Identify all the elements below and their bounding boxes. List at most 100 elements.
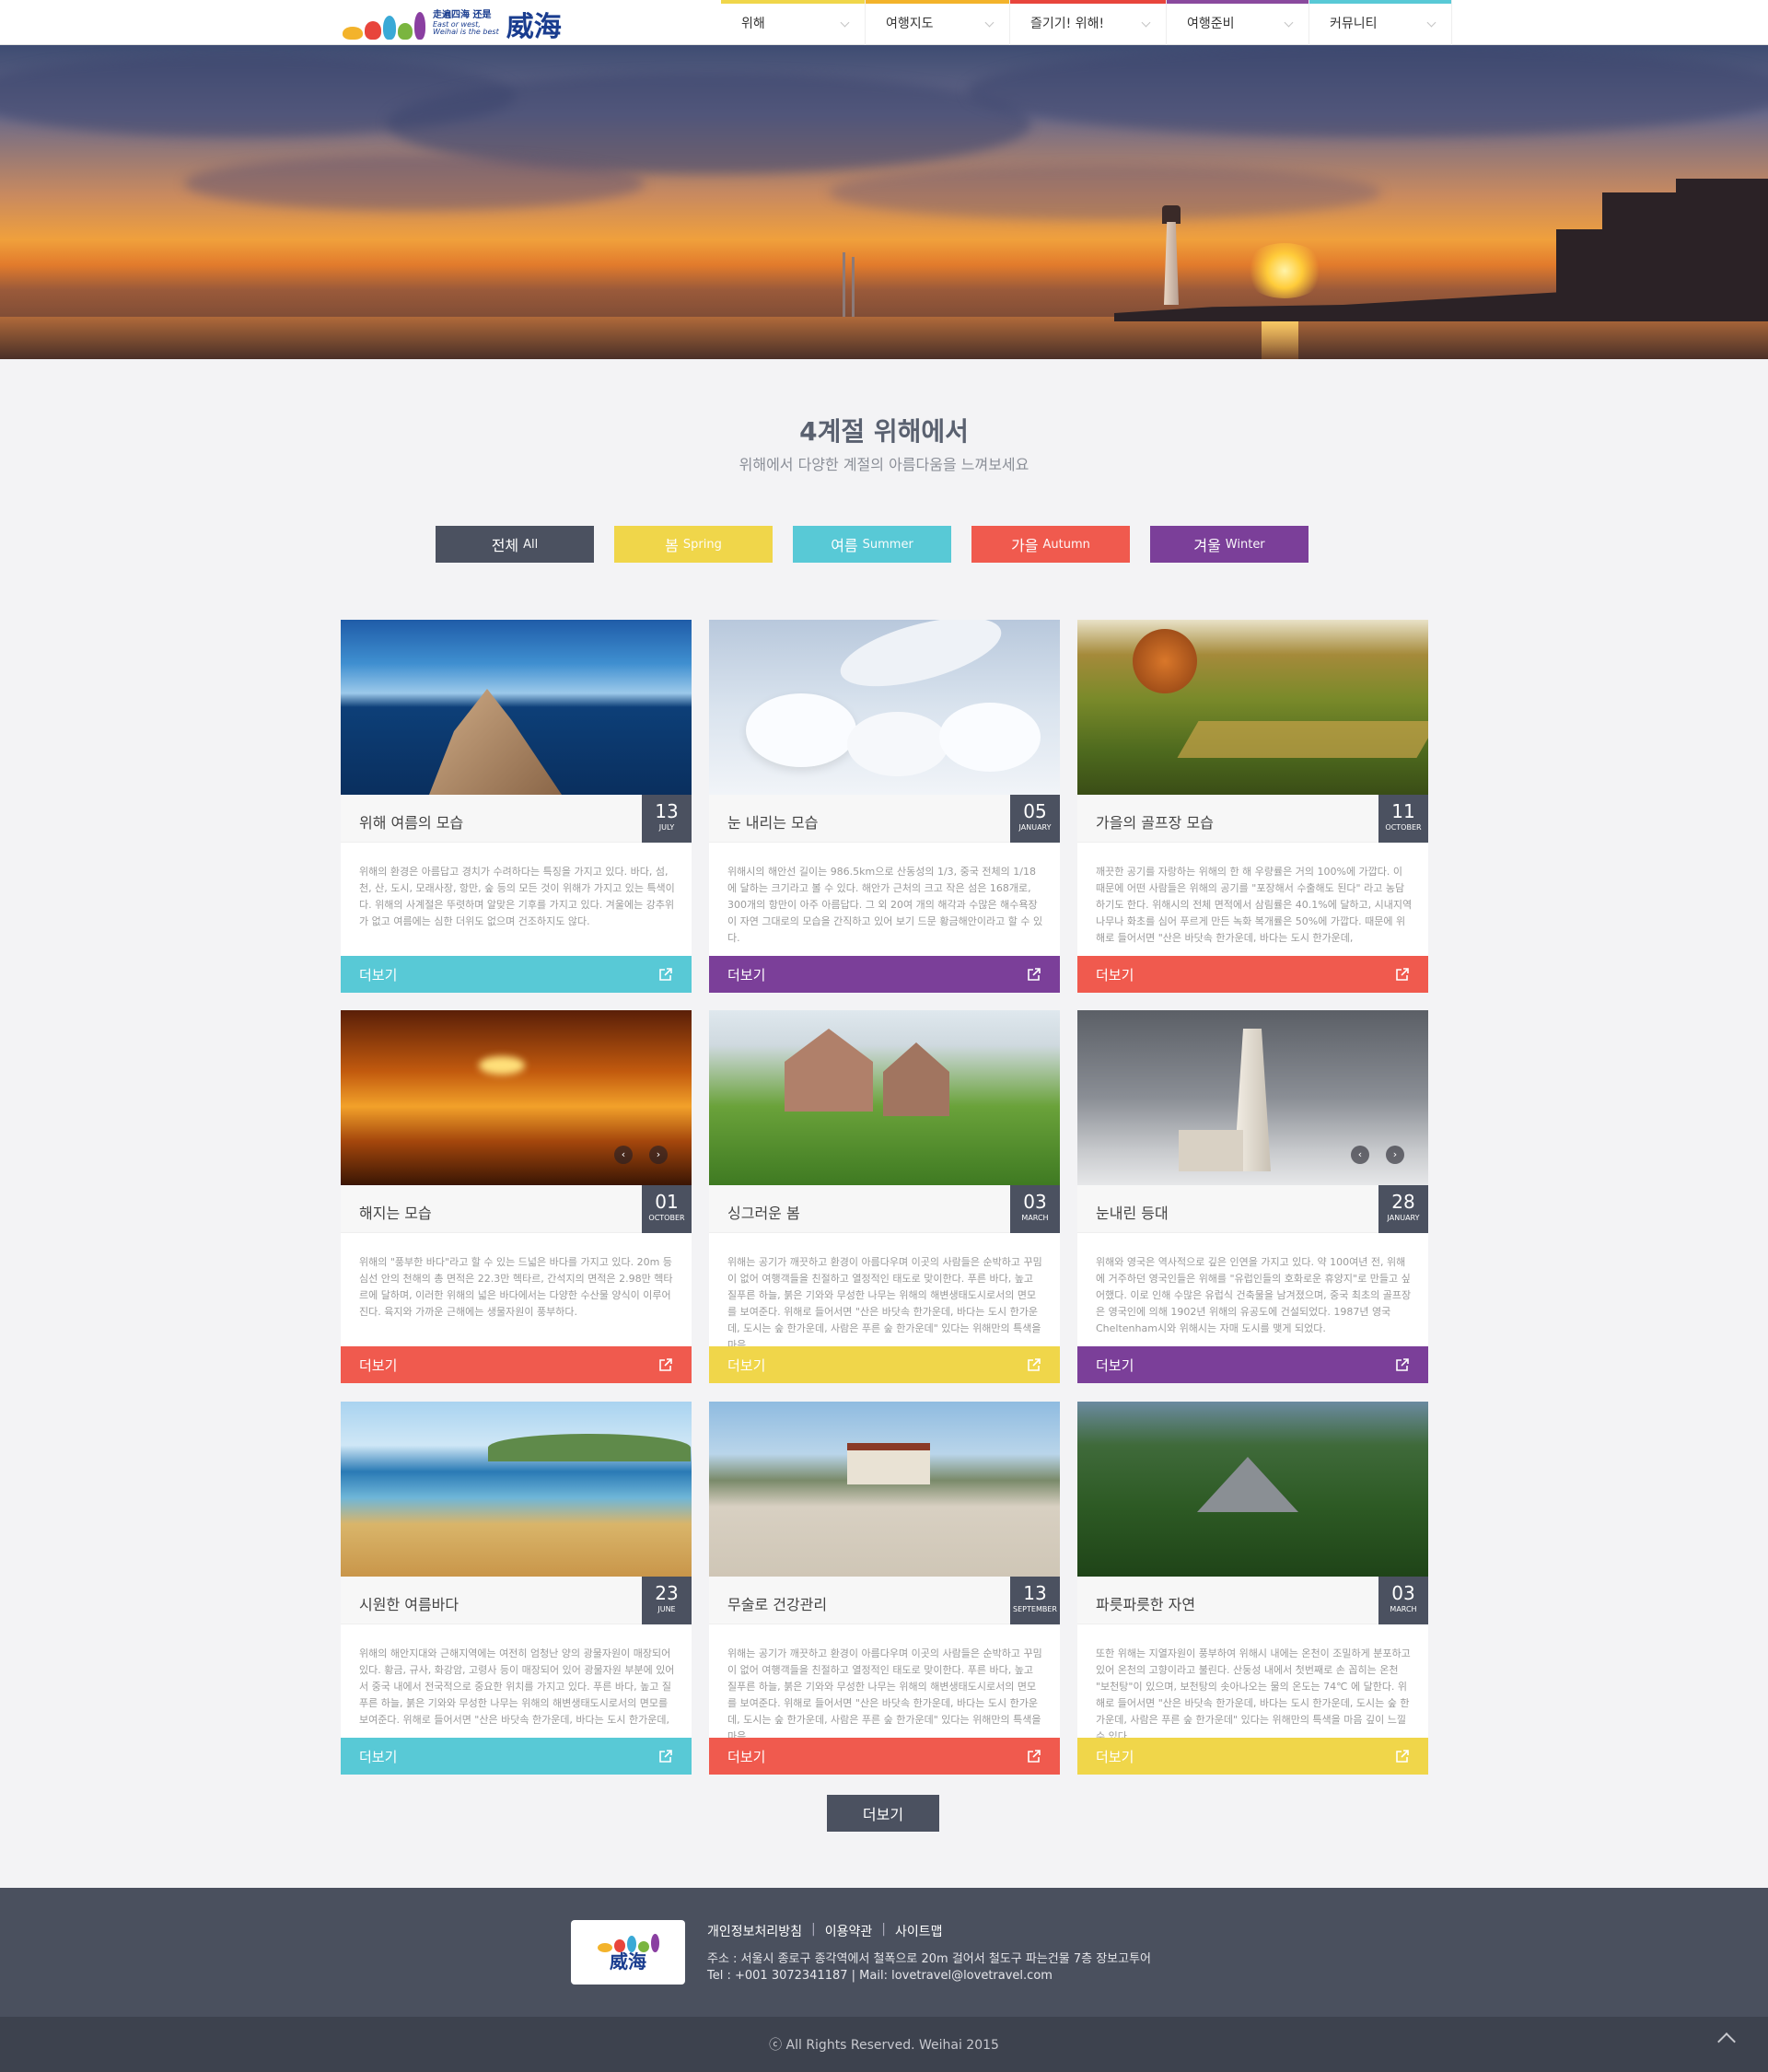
card-image-sunset-sea[interactable]: ‹ › <box>341 1010 692 1185</box>
nav-accent-bar <box>1010 0 1166 4</box>
card-item: 가을의 골프장 모습 11 OCTOBER 깨끗한 공기를 자랑하는 위해의 한… <box>1077 620 1428 993</box>
card-month: JUNE <box>657 1605 676 1613</box>
card-more-button[interactable]: 더보기 <box>1077 1738 1428 1775</box>
footer: 威海 개인정보처리방침 | 이용약관 | 사이트맵 주소 : 서울시 종로구 종… <box>0 1888 1768 2017</box>
card-image-snowy-lighthouse[interactable]: ‹ › <box>1077 1010 1428 1185</box>
more-label: 더보기 <box>1096 966 1134 984</box>
next-arrow-icon[interactable]: › <box>1386 1146 1404 1164</box>
section-title: 4계절 위해에서 <box>799 416 969 447</box>
card-description: 또한 위해는 지열자원이 풍부하여 위해시 내에는 온천이 조밀하게 분포하고 … <box>1096 1647 1411 1742</box>
card-title-row: 가을의 골프장 모습 11 OCTOBER <box>1077 795 1428 843</box>
external-link-icon <box>659 1750 672 1763</box>
nav-item-weihai[interactable]: 위해 <box>721 0 866 45</box>
nav-accent-bar <box>1167 0 1309 4</box>
card-item: 눈 내리는 모습 05 JANUARY 위해시의 해안선 길이는 986.5km… <box>709 620 1060 993</box>
card-more-button[interactable]: 더보기 <box>1077 956 1428 993</box>
filter-label: 여름 <box>831 537 858 554</box>
filter-autumn[interactable]: 가을 Autumn <box>971 526 1130 563</box>
hero-sunset-lighthouse-image <box>0 45 1768 359</box>
card-title: 눈내린 등대 <box>1096 1205 1169 1222</box>
footer-logo[interactable]: 威海 <box>571 1920 685 1985</box>
terms-link[interactable]: 이용약관 <box>825 1922 873 1940</box>
card-image-cliff-sea[interactable] <box>341 620 692 795</box>
card-more-button[interactable]: 더보기 <box>709 956 1060 993</box>
prev-arrow-icon[interactable]: ‹ <box>1351 1146 1369 1164</box>
nav-label: 즐기기! 위해! <box>1030 16 1105 31</box>
logo-en-line2: Weihai is the best <box>433 28 499 37</box>
section-subtitle: 위해에서 다양한 계절의 아름다움을 느껴보세요 <box>739 456 1029 473</box>
card-more-button[interactable]: 더보기 <box>341 1738 692 1775</box>
card-day: 03 <box>1391 1582 1415 1604</box>
card-image-golf-course[interactable] <box>1077 620 1428 795</box>
prev-arrow-icon[interactable]: ‹ <box>614 1146 633 1164</box>
card-more-button[interactable]: 더보기 <box>709 1346 1060 1383</box>
card-description: 위해의 해안지대와 근해지역에는 여전히 엄청난 양의 광물자원이 매장되어 있… <box>359 1647 675 1726</box>
more-label: 더보기 <box>1096 1356 1134 1374</box>
filter-spring[interactable]: 봄 Spring <box>614 526 773 563</box>
card-description: 위해의 환경은 아름답고 경치가 수려하다는 특징을 가지고 있다. 바다, 섬… <box>359 866 675 927</box>
more-label: 더보기 <box>727 1356 766 1374</box>
card-image-green-nature[interactable] <box>1077 1402 1428 1577</box>
card-image-martial-arts[interactable] <box>709 1402 1060 1577</box>
card-date-badge: 03 MARCH <box>1010 1185 1060 1233</box>
nav-label: 커뮤니티 <box>1330 16 1378 31</box>
card-more-button[interactable]: 더보기 <box>341 1346 692 1383</box>
card-title: 해지는 모습 <box>359 1205 432 1222</box>
card-title: 싱그러운 봄 <box>727 1205 800 1222</box>
card-title: 무술로 건강관리 <box>727 1596 828 1613</box>
nav-accent-bar <box>866 0 1009 4</box>
next-arrow-icon[interactable]: › <box>649 1146 668 1164</box>
filter-summer[interactable]: 여름 Summer <box>793 526 951 563</box>
filter-winter[interactable]: 겨울 Winter <box>1150 526 1309 563</box>
card-date-badge: 03 MARCH <box>1378 1577 1428 1624</box>
card-more-button[interactable]: 더보기 <box>341 956 692 993</box>
card-title: 눈 내리는 모습 <box>727 814 819 832</box>
external-link-icon <box>1028 968 1041 981</box>
card-image-summer-beach[interactable] <box>341 1402 692 1577</box>
card-date-badge: 13 JULY <box>642 795 692 843</box>
card-date-badge: 28 JANUARY <box>1378 1185 1428 1233</box>
logo-mark-icon <box>343 8 425 40</box>
season-filter-tabs: 전체 All 봄 Spring 여름 Summer 가을 Autumn 겨울 Winter <box>436 526 1309 563</box>
more-label: 더보기 <box>727 1748 766 1765</box>
load-more-button[interactable]: 더보기 <box>827 1795 939 1832</box>
chevron-down-icon <box>1141 17 1151 28</box>
nav-label: 여행지도 <box>886 16 934 31</box>
nav-item-community[interactable]: 커뮤니티 <box>1309 0 1452 45</box>
card-item: ‹ › 해지는 모습 01 OCTOBER 위해의 "풍부한 바다"라고 할 수… <box>341 1010 692 1383</box>
card-more-button[interactable]: 더보기 <box>709 1738 1060 1775</box>
card-description: 위해와 영국은 역사적으로 깊은 인연을 가지고 있다. 약 100여년 전, … <box>1096 1256 1412 1334</box>
privacy-policy-link[interactable]: 개인정보처리방침 <box>707 1922 802 1940</box>
card-title: 위해 여름의 모습 <box>359 814 464 832</box>
card-more-button[interactable]: 더보기 <box>1077 1346 1428 1383</box>
nav-item-enjoy[interactable]: 즐기기! 위해! <box>1010 0 1167 45</box>
card-item: 위해 여름의 모습 13 JULY 위해의 환경은 아름답고 경치가 수려하다는… <box>341 620 692 993</box>
card-description: 위해시의 해안선 길이는 986.5km으로 산동성의 1/3, 중국 전체의 … <box>727 866 1043 944</box>
card-month: OCTOBER <box>648 1214 685 1222</box>
filter-all[interactable]: 전체 All <box>436 526 594 563</box>
card-title: 가을의 골프장 모습 <box>1096 814 1214 832</box>
card-month: JANUARY <box>1018 823 1052 832</box>
card-day: 13 <box>1023 1582 1047 1604</box>
card-title: 파릇파릇한 자연 <box>1096 1596 1196 1613</box>
card-month: JULY <box>658 823 675 832</box>
filter-en-label: Autumn <box>1042 537 1090 552</box>
card-image-spring-houses[interactable] <box>709 1010 1060 1185</box>
card-title-row: 파릇파릇한 자연 03 MARCH <box>1077 1577 1428 1624</box>
card-image-swans-snow[interactable] <box>709 620 1060 795</box>
chevron-down-icon <box>840 17 850 28</box>
card-description: 위해의 "풍부한 바다"라고 할 수 있는 드넓은 바다를 가지고 있다. 20… <box>359 1256 673 1318</box>
sitemap-link[interactable]: 사이트맵 <box>895 1922 943 1940</box>
nav-item-prepare[interactable]: 여행준비 <box>1167 0 1309 45</box>
nav-item-map[interactable]: 여행지도 <box>866 0 1010 45</box>
card-title-row: 시원한 여름바다 23 JUNE <box>341 1577 692 1624</box>
filter-en-label: Spring <box>682 537 722 552</box>
logo-big-text: 威海 <box>506 11 562 43</box>
card-day: 01 <box>655 1191 679 1213</box>
site-logo[interactable]: 走遍四海 还是 East or west, Weihai is the best… <box>343 6 591 43</box>
external-link-icon <box>659 1358 672 1371</box>
nav-label: 위해 <box>741 16 765 31</box>
more-label: 더보기 <box>1096 1748 1134 1765</box>
card-date-badge: 01 OCTOBER <box>642 1185 692 1233</box>
card-title-row: 눈내린 등대 28 JANUARY <box>1077 1185 1428 1233</box>
